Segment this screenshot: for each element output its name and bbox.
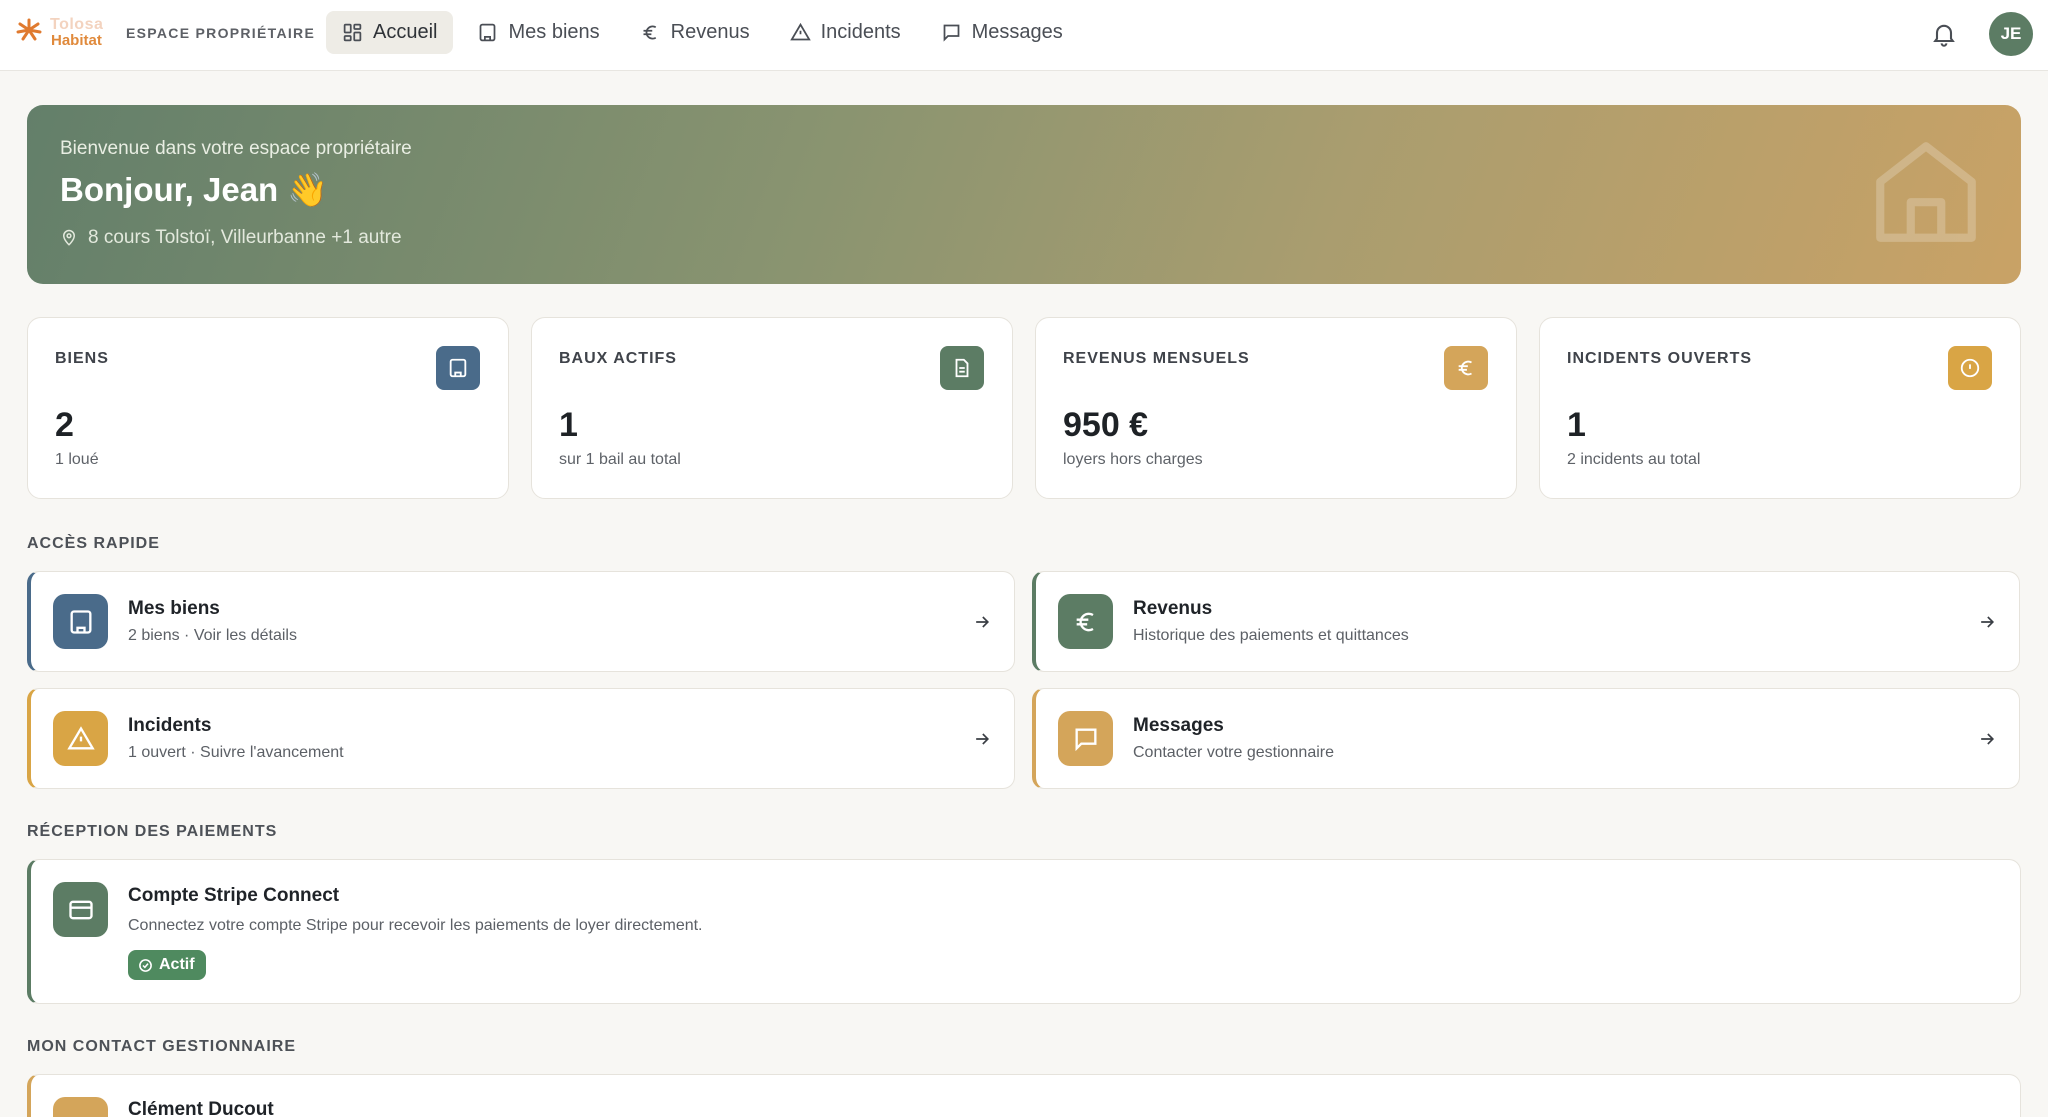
nav-item-revenus[interactable]: Revenus (624, 11, 766, 54)
arrow-right-icon (976, 733, 990, 745)
quick-link-badge (53, 711, 108, 766)
brand-logo[interactable]: Tolosa Habitat (14, 16, 120, 52)
message-icon (1075, 728, 1096, 751)
stat-value: 1 (1567, 406, 1586, 444)
quick-link-title: Mes biens (128, 598, 220, 619)
welcome-banner: Bienvenue dans votre espace propriétaire… (27, 105, 2021, 284)
stat-badge (436, 346, 480, 390)
building-icon (449, 358, 467, 378)
quick-link-revenus[interactable]: Revenus Historique des paiements et quit… (1032, 571, 2020, 672)
top-navigation-bar: Tolosa Habitat ESPACE PROPRIÉTAIRE Accue… (0, 0, 2048, 71)
quick-link-sub: 1 ouvert · Suivre l'avancement (128, 744, 344, 761)
stat-badge (940, 346, 984, 390)
stat-sub: 1 loué (55, 451, 99, 468)
euro-icon (1076, 612, 1094, 631)
nav-label: Incidents (820, 21, 901, 43)
welcome-text: Bienvenue dans votre espace propriétaire (60, 138, 412, 159)
main-nav: Accueil Mes biens Revenus Incidents Mess… (326, 11, 1079, 54)
quick-link-mes-biens[interactable]: Mes biens 2 biens · Voir les détails (27, 571, 1015, 672)
stat-sub: 2 incidents au total (1567, 451, 1701, 468)
greeting-title: Bonjour, Jean 👋 (60, 171, 329, 208)
contact-avatar-badge (53, 1097, 108, 1117)
bell-icon[interactable] (1930, 20, 1958, 48)
quick-link-title: Incidents (128, 715, 212, 736)
stat-card-incidents-ouverts: INCIDENTS OUVERTS 1 2 incidents au total (1539, 317, 2021, 499)
stat-sub: sur 1 bail au total (559, 451, 681, 468)
alert-circle-icon (1960, 358, 1980, 378)
stat-value: 950 € (1063, 406, 1149, 444)
dashboard-icon (343, 23, 362, 42)
check-circle-icon (139, 958, 152, 972)
status-text: Actif (159, 956, 195, 973)
nav-label: Messages (971, 21, 1063, 43)
stat-label: BAUX ACTIFS (559, 350, 677, 367)
stat-card-baux-actifs: BAUX ACTIFS 1 sur 1 bail au total (531, 317, 1013, 499)
euro-icon (1458, 360, 1472, 376)
nav-item-mes-biens[interactable]: Mes biens (461, 11, 615, 54)
stat-value: 2 (55, 406, 74, 444)
nav-label: Mes biens (508, 21, 600, 43)
euro-icon (643, 25, 656, 40)
section-title-contact: MON CONTACT GESTIONNAIRE (27, 1038, 297, 1055)
document-icon (955, 358, 969, 378)
contact-name: Clément Ducout (128, 1099, 274, 1117)
quick-link-incidents[interactable]: Incidents 1 ouvert · Suivre l'avancement (27, 688, 1015, 789)
stat-sub: loyers hors charges (1063, 451, 1203, 468)
quick-link-badge (1058, 594, 1113, 649)
quick-link-badge (1058, 711, 1113, 766)
stripe-connect-card[interactable]: Compte Stripe Connect Connectez votre co… (27, 859, 2021, 1004)
arrow-right-icon (1981, 733, 1995, 745)
stat-label: REVENUS MENSUELS (1063, 350, 1250, 367)
address-line: 8 cours Tolstoï, Villeurbanne +1 autre (60, 227, 402, 249)
stat-badge (1444, 346, 1488, 390)
stat-value: 1 (559, 406, 578, 444)
status-badge: Actif (128, 950, 206, 980)
brand-name-bottom: Habitat (51, 32, 102, 49)
brand-star-icon (16, 18, 42, 41)
manager-contact-card[interactable]: Clément Ducout (27, 1074, 2021, 1117)
warning-icon (789, 22, 811, 41)
stripe-card-title: Compte Stripe Connect (128, 885, 340, 906)
quick-link-badge (53, 594, 108, 649)
stripe-card-sub: Connectez votre compte Stripe pour recev… (128, 917, 703, 934)
user-avatar[interactable]: JE (1989, 12, 2033, 56)
credit-card-icon (68, 900, 93, 919)
nav-item-incidents[interactable]: Incidents (774, 11, 917, 54)
stat-card-biens: BIENS 2 1 loué (27, 317, 509, 499)
house-watermark-icon (1876, 142, 1976, 242)
stat-label: BIENS (55, 350, 109, 367)
nav-item-accueil[interactable]: Accueil (326, 11, 454, 54)
quick-link-sub: Historique des paiements et quittances (1133, 627, 1409, 644)
stat-card-revenus-mensuels: REVENUS MENSUELS 950 € loyers hors charg… (1035, 317, 1517, 499)
stat-badge (1948, 346, 1992, 390)
arrow-right-icon (976, 616, 990, 628)
address-text: 8 cours Tolstoï, Villeurbanne +1 autre (88, 227, 402, 248)
nav-label: Accueil (373, 21, 438, 43)
building-icon (70, 609, 91, 634)
space-label: ESPACE PROPRIÉTAIRE (126, 25, 316, 41)
stat-label: INCIDENTS OUVERTS (1567, 350, 1753, 367)
stripe-card-badge (53, 882, 108, 937)
quick-link-messages[interactable]: Messages Contacter votre gestionnaire (1032, 688, 2020, 789)
map-pin-icon (62, 229, 76, 246)
quick-link-sub: 2 biens · Voir les détails (128, 627, 297, 644)
building-icon (480, 23, 496, 42)
quick-link-title: Messages (1133, 715, 1224, 736)
nav-item-messages[interactable]: Messages (925, 11, 1079, 54)
warning-icon (66, 725, 95, 749)
nav-label: Revenus (670, 21, 750, 43)
arrow-right-icon (1981, 616, 1995, 628)
section-title-quick-access: ACCÈS RAPIDE (27, 535, 160, 552)
quick-link-title: Revenus (1133, 598, 1213, 619)
message-icon (943, 24, 960, 42)
quick-link-sub: Contacter votre gestionnaire (1133, 744, 1334, 761)
section-title-payments: RÉCEPTION DES PAIEMENTS (27, 823, 278, 840)
